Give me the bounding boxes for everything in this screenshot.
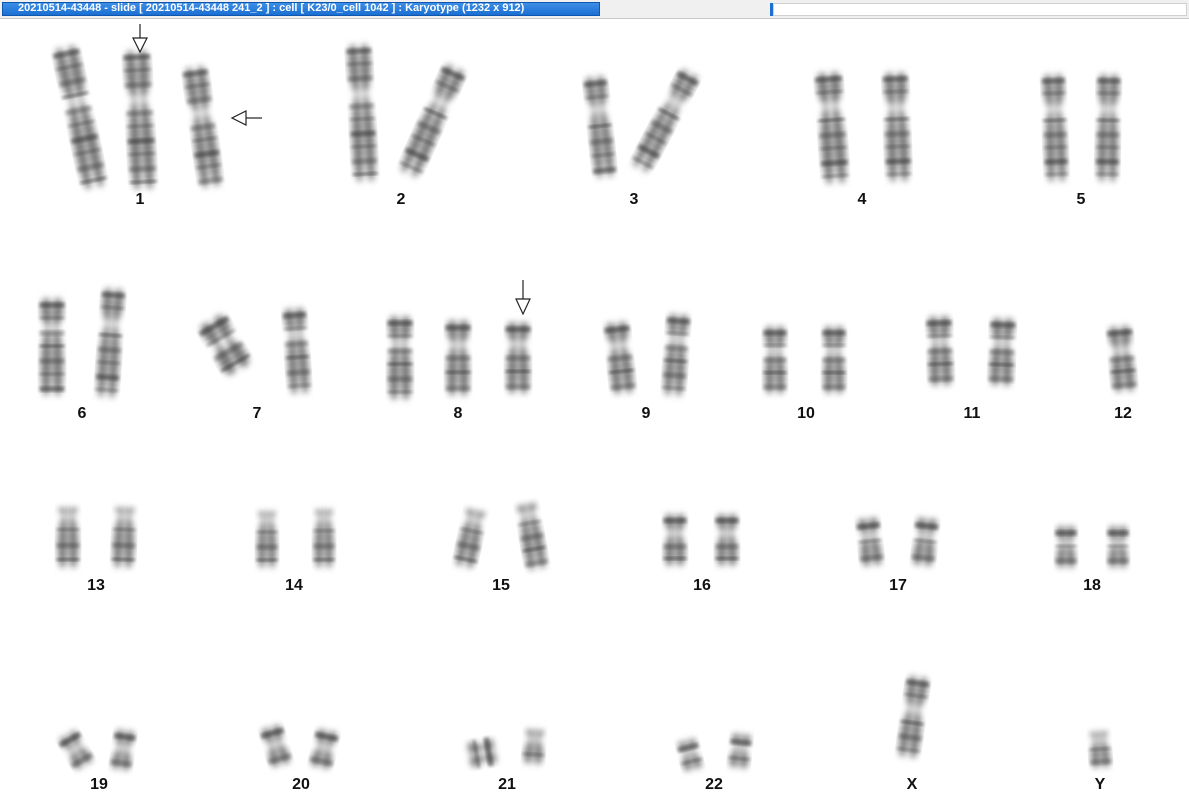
chromosome-glyph bbox=[387, 316, 413, 400]
chromosome-label-9: 9 bbox=[641, 405, 651, 422]
chromosome-glyph bbox=[39, 298, 65, 396]
chromosome-glyph bbox=[815, 71, 849, 185]
chromosome-glyph bbox=[1107, 325, 1137, 393]
chromosome-glyph bbox=[522, 729, 545, 765]
chromosome-label-12: 12 bbox=[1114, 405, 1132, 422]
chromosome-label-y: Y bbox=[1094, 776, 1106, 793]
chromosome-glyph bbox=[182, 65, 224, 189]
chromosome-label-15: 15 bbox=[492, 577, 510, 594]
chromosome-label-19: 19 bbox=[90, 776, 108, 793]
chromosome-label-1: 1 bbox=[135, 191, 145, 208]
chromosome-glyph bbox=[282, 307, 311, 395]
karyotype-canvas: 1 2 3 4 5 6 7 8 9 10 11 12 13 14 15 16 17 18 19 20 21 22 X Y bbox=[0, 19, 1189, 797]
chromosome-glyph bbox=[763, 326, 787, 394]
chromosome-glyph bbox=[111, 507, 136, 569]
chromosome-label-16: 16 bbox=[693, 577, 711, 594]
chromosome-glyph bbox=[346, 43, 378, 183]
chromosome-glyph bbox=[56, 508, 80, 568]
chromosome-glyph bbox=[882, 71, 912, 183]
chromosome-glyph bbox=[632, 69, 699, 173]
chromosome-glyph bbox=[663, 514, 687, 566]
chromosome-glyph bbox=[309, 729, 339, 769]
chromosome-glyph bbox=[604, 321, 636, 395]
chromosome-label-6: 6 bbox=[77, 405, 87, 422]
chromosome-glyph bbox=[52, 45, 107, 190]
arrow-left-icon bbox=[230, 110, 262, 126]
chromosome-label-21: 21 bbox=[498, 776, 516, 793]
chromosome-glyph bbox=[1041, 73, 1069, 183]
chromosome-glyph bbox=[715, 514, 739, 566]
inactive-window-tab[interactable] bbox=[773, 3, 1187, 16]
chromosome-label-8: 8 bbox=[453, 405, 463, 422]
chromosome-glyph bbox=[467, 737, 497, 769]
chromosome-glyph bbox=[260, 725, 292, 767]
chromosome-label-4: 4 bbox=[857, 191, 867, 208]
chromosome-glyph bbox=[1095, 73, 1121, 183]
chromosome-glyph bbox=[728, 733, 752, 769]
chromosome-glyph bbox=[662, 313, 690, 397]
chromosome-glyph bbox=[445, 320, 471, 396]
chromosome-label-x: X bbox=[906, 776, 918, 793]
chromosome-label-17: 17 bbox=[889, 577, 907, 594]
chromosome-glyph bbox=[822, 326, 846, 394]
chromosome-label-10: 10 bbox=[797, 405, 815, 422]
chromosome-glyph bbox=[256, 512, 278, 568]
chromosome-label-20: 20 bbox=[292, 776, 310, 793]
chromosome-glyph bbox=[583, 75, 617, 179]
arrow-down-icon bbox=[132, 24, 148, 54]
chromosome-glyph bbox=[1089, 731, 1112, 769]
chromosome-glyph bbox=[926, 315, 954, 387]
chromosome-glyph bbox=[110, 729, 136, 771]
chromosome-glyph bbox=[896, 675, 930, 759]
chromosome-label-11: 11 bbox=[963, 405, 981, 422]
chromosome-label-2: 2 bbox=[396, 191, 406, 208]
window-title: 20210514-43448 - slide [ 20210514-43448 … bbox=[18, 2, 525, 14]
chromosome-glyph bbox=[313, 510, 335, 568]
chromosome-glyph bbox=[95, 287, 125, 399]
chromosome-glyph bbox=[58, 731, 94, 769]
chromosome-glyph bbox=[123, 49, 157, 191]
chromosome-glyph bbox=[1107, 526, 1129, 568]
chromosome-glyph bbox=[1055, 526, 1077, 568]
chromosome-layer bbox=[39, 24, 1137, 771]
chromosome-label-14: 14 bbox=[285, 577, 303, 594]
chromosome-label-13: 13 bbox=[87, 577, 105, 594]
chromosome-glyph bbox=[677, 739, 703, 771]
arrow-down-icon bbox=[515, 280, 531, 316]
chromosome-label-22: 22 bbox=[705, 776, 723, 793]
chromosome-glyph bbox=[856, 517, 884, 567]
chromosome-label-7: 7 bbox=[252, 405, 262, 422]
chromosome-glyph bbox=[505, 322, 531, 394]
chromosome-glyph bbox=[988, 317, 1016, 387]
chromosome-label-3: 3 bbox=[629, 191, 639, 208]
chromosome-label-5: 5 bbox=[1076, 191, 1086, 208]
chromosome-glyph bbox=[516, 503, 549, 571]
chromosome-glyph bbox=[198, 315, 251, 375]
window-titlebar[interactable]: 20210514-43448 - slide [ 20210514-43448 … bbox=[0, 0, 1189, 19]
chromosome-glyph bbox=[454, 509, 486, 569]
chromosome-glyph bbox=[399, 64, 466, 178]
chromosome-glyph bbox=[911, 517, 939, 567]
chromosome-label-18: 18 bbox=[1083, 577, 1101, 594]
